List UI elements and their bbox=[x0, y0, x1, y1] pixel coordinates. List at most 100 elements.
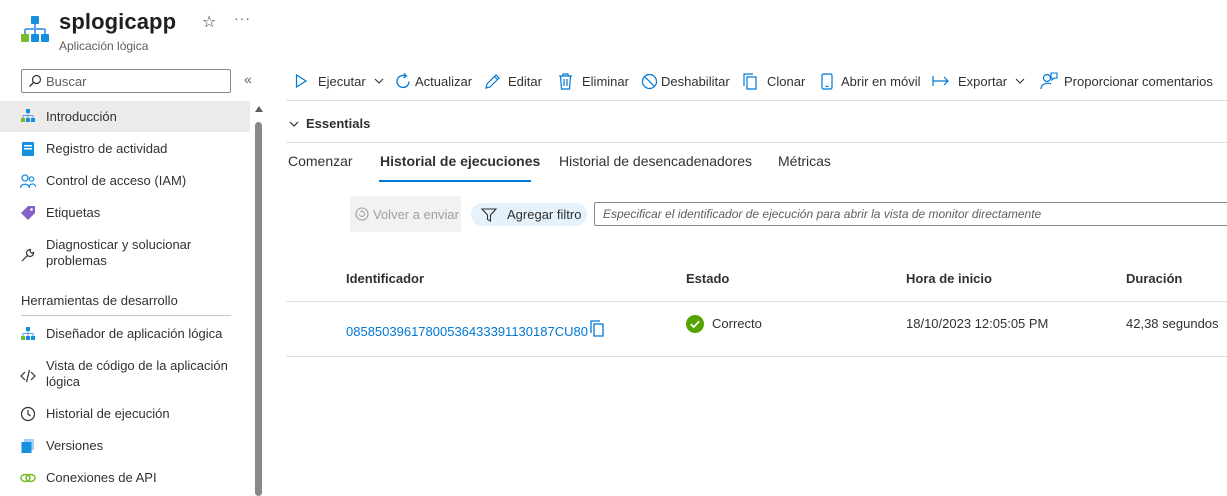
export-arrow-icon bbox=[932, 72, 950, 90]
pencil-icon bbox=[483, 72, 501, 90]
sidebar-item-run-history[interactable]: Historial de ejecución bbox=[0, 398, 250, 430]
app-subtitle: Aplicación lógica bbox=[59, 39, 149, 53]
column-header-status[interactable]: Estado bbox=[686, 271, 729, 286]
clone-icon bbox=[742, 72, 760, 90]
sidebar-item-label: Conexiones de API bbox=[46, 470, 157, 485]
run-status: Correcto bbox=[712, 316, 762, 331]
delete-button[interactable]: Eliminar bbox=[556, 68, 629, 94]
run-duration: 42,38 segundos bbox=[1126, 316, 1219, 331]
add-filter-label: Agregar filtro bbox=[507, 207, 582, 222]
mobile-icon bbox=[818, 72, 836, 90]
refresh-icon bbox=[394, 72, 412, 90]
history-icon bbox=[20, 406, 36, 422]
code-icon bbox=[20, 368, 36, 384]
disable-icon bbox=[640, 72, 658, 90]
column-header-duration[interactable]: Duración bbox=[1126, 271, 1182, 286]
sidebar-item-label: Control de acceso (IAM) bbox=[46, 173, 187, 188]
export-label: Exportar bbox=[958, 73, 1008, 89]
sidebar-item-label: Vista de código de la aplicación lógica bbox=[46, 358, 228, 389]
feedback-label: Proporcionar comentarios bbox=[1064, 73, 1213, 89]
sidebar-item-diagnosticar[interactable]: Diagnosticar y solucionar problemas bbox=[0, 229, 250, 273]
tab-historial-ejecuciones[interactable]: Historial de ejecuciones bbox=[380, 153, 540, 169]
disable-button[interactable]: Deshabilitar bbox=[640, 68, 730, 94]
edit-label: Editar bbox=[508, 73, 542, 89]
sidebar-item-label: Diagnosticar y solucionar problemas bbox=[46, 237, 192, 268]
sidebar-item-registro-actividad[interactable]: Registro de actividad bbox=[0, 133, 250, 165]
more-options-icon[interactable]: ··· bbox=[234, 10, 251, 26]
essentials-divider bbox=[286, 142, 1227, 143]
delete-label: Eliminar bbox=[582, 73, 629, 89]
chevron-down-icon bbox=[374, 78, 384, 84]
refresh-button[interactable]: Actualizar bbox=[394, 68, 472, 94]
sidebar-item-label: Versiones bbox=[46, 438, 104, 453]
refresh-label: Actualizar bbox=[415, 73, 473, 89]
page-header: splogicapp Aplicación lógica ☆ ··· bbox=[0, 0, 1227, 62]
feedback-icon bbox=[1040, 72, 1058, 90]
sidebar-item-label: Diseñador de aplicación lógica bbox=[46, 326, 223, 341]
wrench-icon bbox=[20, 247, 36, 263]
collapse-sidebar-icon[interactable]: « bbox=[244, 71, 252, 87]
sidebar-item-api-connections[interactable]: Conexiones de API bbox=[0, 462, 250, 494]
api-connections-icon bbox=[20, 470, 36, 486]
sidebar-item-code-view[interactable]: Vista de código de la aplicación lógica bbox=[0, 350, 250, 398]
run-id-link[interactable]: 08585039617800536433391130187CU80 bbox=[346, 324, 588, 339]
scroll-up-arrow-icon[interactable] bbox=[255, 106, 263, 112]
export-button[interactable]: Exportar bbox=[932, 68, 1025, 94]
designer-icon bbox=[20, 326, 36, 342]
sidebar-item-introduccion[interactable]: Introducción bbox=[0, 101, 250, 132]
command-bar: Ejecutar Actualizar Editar Eliminar Desh… bbox=[286, 68, 1227, 94]
open-mobile-button[interactable]: Abrir en móvil bbox=[818, 68, 920, 94]
search-input[interactable] bbox=[46, 72, 226, 90]
app-title: splogicapp bbox=[59, 9, 177, 34]
versions-icon bbox=[20, 438, 36, 454]
logic-app-icon bbox=[21, 16, 49, 42]
favorite-star-icon[interactable]: ☆ bbox=[202, 12, 216, 32]
section-divider bbox=[21, 315, 231, 316]
column-header-id[interactable]: Identificador bbox=[346, 271, 424, 286]
resubmit-button[interactable]: Volver a enviar bbox=[350, 196, 461, 232]
tag-icon bbox=[20, 205, 36, 221]
copy-icon[interactable] bbox=[589, 320, 605, 338]
essentials-toggle[interactable]: Essentials bbox=[289, 116, 370, 131]
logic-app-icon bbox=[20, 108, 36, 124]
run-label: Ejecutar bbox=[318, 73, 366, 89]
edit-button[interactable]: Editar bbox=[483, 68, 542, 94]
toolbar-divider bbox=[286, 100, 1227, 101]
activity-log-icon bbox=[20, 141, 36, 157]
sidebar-item-label: Historial de ejecución bbox=[46, 406, 170, 421]
active-tab-indicator bbox=[379, 180, 531, 182]
table-header-divider bbox=[286, 301, 1227, 302]
sidebar-item-label: Introducción bbox=[46, 109, 117, 124]
sidebar-search[interactable] bbox=[21, 69, 231, 93]
sidebar-item-label: Registro de actividad bbox=[46, 141, 168, 156]
chevron-down-icon bbox=[289, 121, 299, 127]
clone-button[interactable]: Clonar bbox=[742, 68, 805, 94]
feedback-button[interactable]: Proporcionar comentarios bbox=[1040, 68, 1213, 94]
chevron-down-icon bbox=[1015, 78, 1025, 84]
run-button[interactable]: Ejecutar bbox=[294, 68, 384, 94]
column-header-start-time[interactable]: Hora de inicio bbox=[906, 271, 992, 286]
section-title-dev-tools: Herramientas de desarrollo bbox=[21, 293, 178, 308]
sidebar-item-iam[interactable]: Control de acceso (IAM) bbox=[0, 165, 250, 197]
sidebar-item-designer[interactable]: Diseñador de aplicación lógica bbox=[0, 318, 250, 350]
trash-icon bbox=[556, 72, 574, 90]
tab-historial-desencadenadores[interactable]: Historial de desencadenadores bbox=[559, 153, 752, 169]
sidebar-item-versions[interactable]: Versiones bbox=[0, 430, 250, 462]
sidebar-scrollbar[interactable] bbox=[255, 122, 262, 496]
open-mobile-label: Abrir en móvil bbox=[841, 73, 921, 89]
disable-label: Deshabilitar bbox=[661, 73, 730, 89]
search-icon bbox=[29, 74, 42, 87]
table-row-divider bbox=[286, 356, 1227, 357]
sidebar-item-etiquetas[interactable]: Etiquetas bbox=[0, 197, 250, 229]
filter-icon bbox=[481, 207, 497, 222]
run-id-input[interactable] bbox=[594, 202, 1227, 226]
clone-label: Clonar bbox=[767, 73, 806, 89]
tab-metricas[interactable]: Métricas bbox=[778, 153, 831, 169]
play-icon bbox=[294, 72, 308, 90]
add-filter-button[interactable]: Agregar filtro bbox=[471, 203, 587, 226]
iam-icon bbox=[20, 173, 36, 189]
run-start-time: 18/10/2023 12:05:05 PM bbox=[906, 316, 1049, 331]
success-check-icon bbox=[686, 315, 704, 333]
tab-comenzar[interactable]: Comenzar bbox=[288, 153, 353, 169]
resubmit-icon bbox=[355, 207, 369, 221]
